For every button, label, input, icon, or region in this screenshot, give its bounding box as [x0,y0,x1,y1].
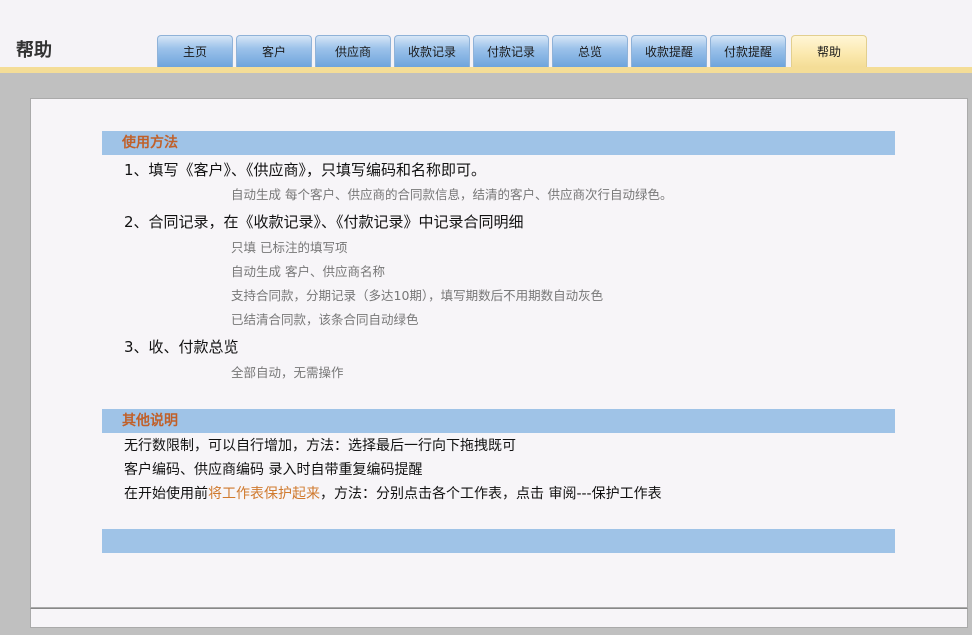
usage-section-title: 使用方法 [122,135,178,151]
other-note-3: 在开始使用前将工作表保护起来，方法：分别点击各个工作表，点击 审阅---保护工作… [124,485,662,503]
usage-section-bar: 使用方法 [102,131,895,155]
other-note-3-suffix: ，方法：分别点击各个工作表，点击 审阅---保护工作表 [320,486,662,502]
header: 帮助 主页 客户 供应商 收款记录 付款记录 总览 收款提醒 付款提醒 帮助 [0,0,972,67]
tab-suppliers[interactable]: 供应商 [315,35,391,67]
tab-help[interactable]: 帮助 [791,35,867,67]
step-3: 3、收、付款总览 [124,338,239,356]
step-2-note: 支持合同款，分期记录（多达10期），填写期数后不用期数自动灰色 [231,288,604,303]
tab-overview[interactable]: 总览 [552,35,628,67]
other-note-1: 无行数限制，可以自行增加，方法：选择最后一行向下拖拽既可 [124,438,516,454]
footer-section-bar [102,529,895,553]
step-2-note: 已结清合同款，该条合同自动绿色 [231,312,419,327]
other-section-bar: 其他说明 [102,409,895,433]
other-note-2: 客户编码、供应商编码 录入时自带重复编码提醒 [124,462,423,478]
other-section-title: 其他说明 [122,413,178,429]
step-2-note: 自动生成 客户、供应商名称 [231,264,385,279]
tab-home[interactable]: 主页 [157,35,233,67]
tab-receipt-reminders[interactable]: 收款提醒 [631,35,707,67]
step-1: 1、填写《客户》、《供应商》，只填写编码和名称即可。 [124,161,487,179]
tab-payment-reminders[interactable]: 付款提醒 [710,35,786,67]
step-1-note: 自动生成 每个客户、供应商的合同款信息，结清的客户、供应商次行自动绿色。 [231,187,673,202]
panel-footer [30,608,968,628]
step-2-note: 只填 已标注的填写项 [231,240,348,255]
tab-payment-records[interactable]: 付款记录 [473,35,549,67]
step-2: 2、合同记录，在《收款记录》、《付款记录》中记录合同明细 [124,213,524,231]
tab-customers[interactable]: 客户 [236,35,312,67]
other-note-3-prefix: 在开始使用前 [124,486,208,502]
protect-sheet-highlight: 将工作表保护起来 [208,486,320,502]
page-title: 帮助 [16,40,52,61]
tab-receipt-records[interactable]: 收款记录 [394,35,470,67]
step-3-note: 全部自动，无需操作 [231,365,344,380]
